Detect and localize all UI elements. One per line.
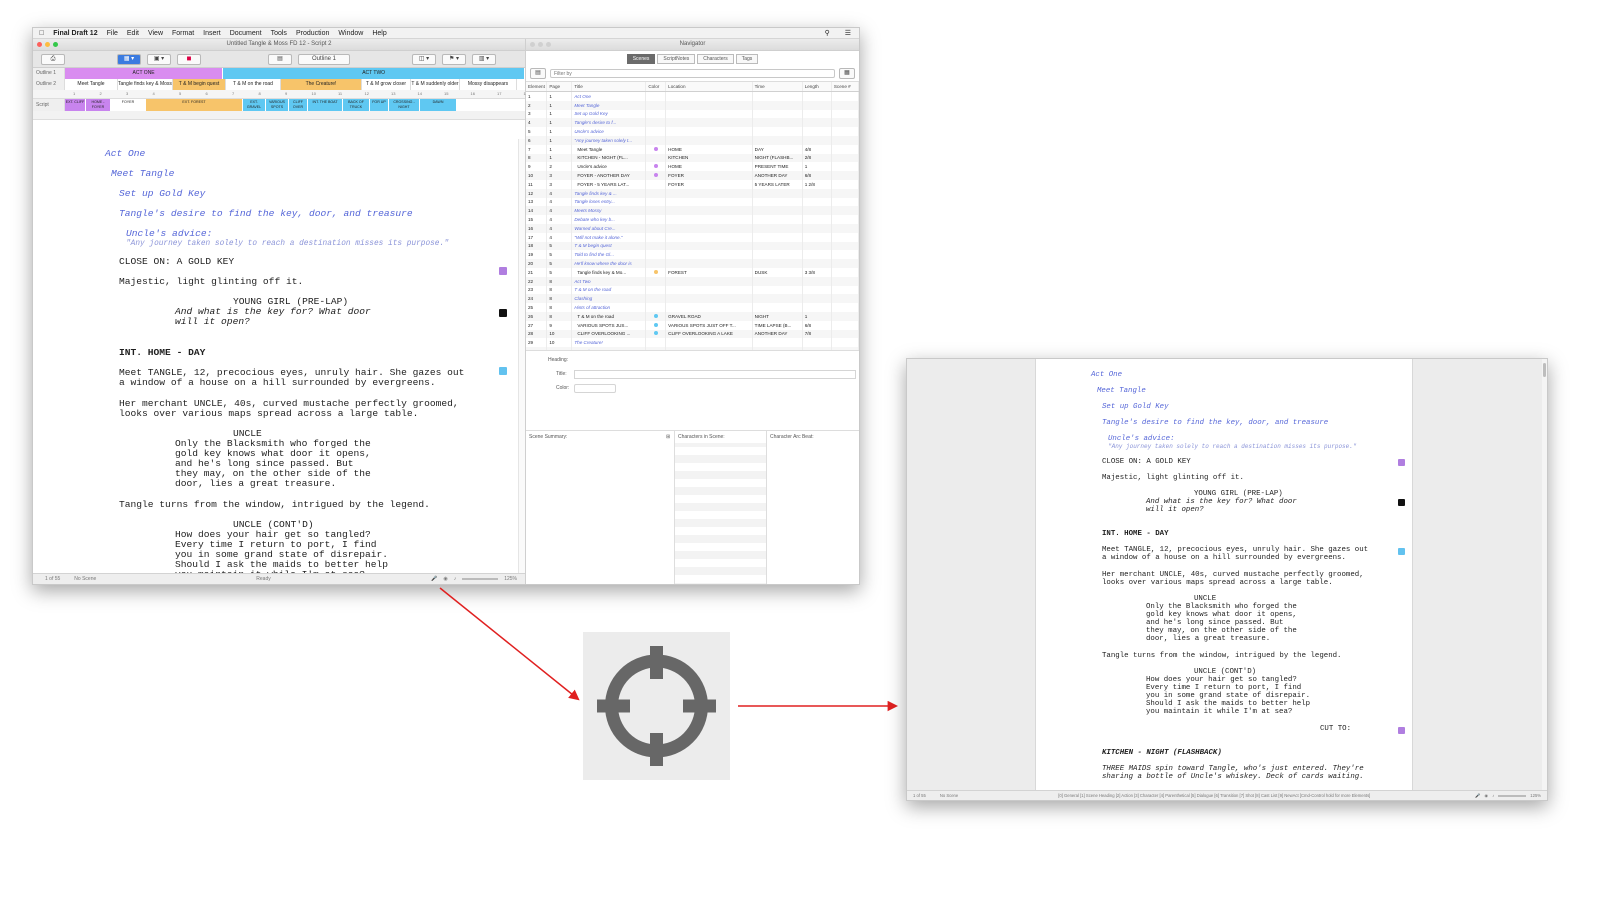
script-line: Every time I return to port, I find — [1146, 684, 1302, 692]
script-line: you maintain it while I'm at sea? — [1146, 708, 1293, 716]
preview-zoom-slider[interactable] — [1498, 794, 1527, 797]
preview-marker-blue[interactable] — [1398, 548, 1405, 555]
script-line: Meet Tangle — [1097, 387, 1146, 395]
script-line: THREE MAIDS spin toward Tangle, who's ju… — [1102, 765, 1364, 773]
crosshair-icon — [597, 646, 716, 766]
script-line: CLOSE ON: A GOLD KEY — [1102, 458, 1191, 466]
preview-marker-purple[interactable] — [1398, 459, 1405, 466]
script-line: looks over various maps spread across a … — [1102, 579, 1333, 587]
script-line: a window of a house on a hill surrounded… — [1102, 554, 1346, 562]
preview-scrollbar[interactable] — [1542, 359, 1547, 791]
script-line: "Any journey taken solely to reach a des… — [1108, 443, 1357, 450]
preview-statusbar: 1 of 55 No Scene [0] General [1] Scene H… — [907, 790, 1547, 800]
preview-marker-purple-2[interactable] — [1398, 727, 1405, 734]
script-line: Act One — [1091, 371, 1123, 379]
element-shortcut-hint: [0] General [1] Scene Heading [2] Action… — [1058, 793, 1371, 798]
script-line: Only the Blacksmith who forged the — [1146, 603, 1297, 611]
script-line: door, lies a great treasure. — [1146, 635, 1271, 643]
script-line: Set up Gold Key — [1102, 403, 1169, 411]
script-line: INT. HOME - DAY — [1102, 530, 1169, 538]
script-line: YOUNG GIRL (PRE-LAP) — [1194, 490, 1283, 498]
script-line: UNCLE (CONT'D) — [1194, 668, 1257, 676]
script-line: they may, on the other side of the — [1146, 627, 1297, 635]
preview-microphone-icon[interactable]: 🎤 — [1475, 793, 1480, 799]
preview-music-icon[interactable]: ♪ — [1492, 793, 1494, 798]
script-line: CUT TO: — [1320, 725, 1352, 733]
zoomed-script-page[interactable]: Act One Meet Tangle Set up Gold Key Tangle'… — [1035, 359, 1413, 791]
script-line: UNCLE — [1194, 595, 1217, 603]
script-line: Uncle's advice: — [1108, 435, 1175, 443]
script-line: gold key knows what door it opens, — [1146, 611, 1297, 619]
preview-speaker-icon[interactable]: ◉ — [1485, 793, 1489, 798]
script-line: How does your hair get so tangled? — [1146, 676, 1297, 684]
arrow-to-crosshair — [439, 587, 580, 701]
script-line: Tangle turns from the window, intrigued … — [1102, 652, 1342, 660]
preview-marker-black[interactable] — [1398, 499, 1405, 506]
script-line: sharing a bottle of Uncle's whiskey. Dec… — [1102, 773, 1364, 781]
preview-scene-indicator: No Scene — [939, 793, 959, 798]
crosshair-tile — [583, 632, 730, 780]
script-line: Tangle's desire to find the key, door, a… — [1102, 419, 1329, 427]
script-line: And what is the key for? What door — [1146, 498, 1297, 506]
preview-zoom-level: 125% — [1530, 793, 1541, 798]
preview-scroll-thumb[interactable] — [1543, 363, 1546, 377]
script-line: you in some grand state of disrepair. — [1146, 692, 1311, 700]
script-line: Her merchant UNCLE, 40s, curved mustache… — [1102, 571, 1364, 579]
zoomed-script-window: Act One Meet Tangle Set up Gold Key Tangle'… — [906, 358, 1548, 801]
script-line: will it open? — [1146, 506, 1204, 514]
preview-page-indicator: 1 of 55 — [913, 793, 926, 798]
script-line: and he's long since passed. But — [1146, 619, 1284, 627]
script-line: Majestic, light glinting off it. — [1102, 474, 1244, 482]
script-line: Should I ask the maids to better help — [1146, 700, 1311, 708]
script-line: KITCHEN - NIGHT (FLASHBACK) — [1102, 749, 1222, 757]
script-line: Meet TANGLE, 12, precocious eyes, unruly… — [1102, 546, 1369, 554]
zoomed-script-text: Act One Meet Tangle Set up Gold Key Tangle'… — [1036, 371, 1412, 791]
